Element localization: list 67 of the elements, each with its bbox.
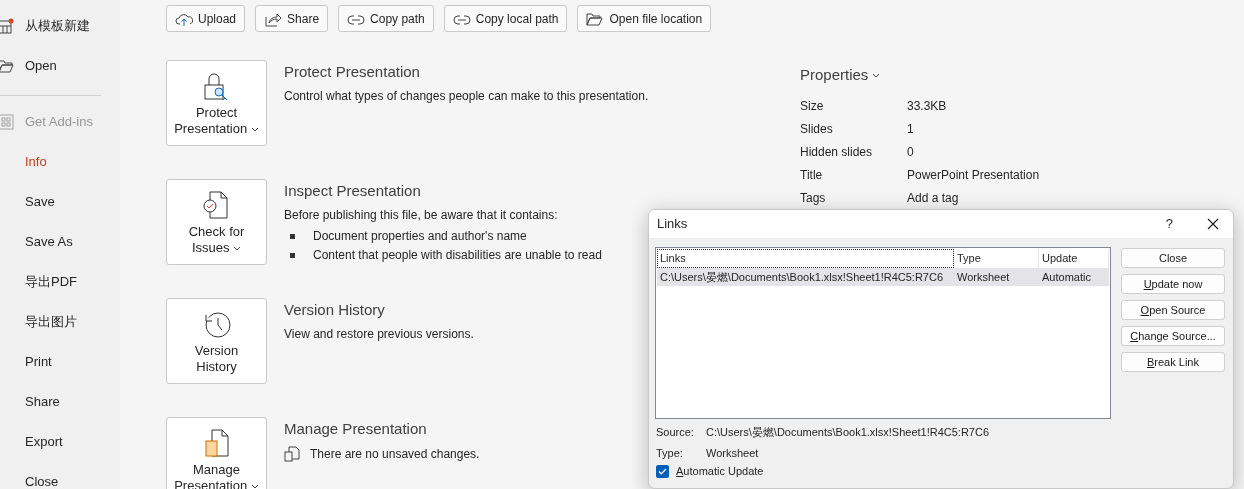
property-label: Hidden slides [800,144,874,161]
property-value: 1 [907,121,914,138]
sidebar-item[interactable]: 导出图片 [0,312,77,332]
tile-button[interactable]: Protect Presentation [166,60,267,146]
sidebar-item[interactable]: Save As [0,232,73,252]
section-title: Protect Presentation [284,62,421,82]
template-icon [0,18,14,34]
section-title: Inspect Presentation [284,181,422,201]
dialog-button[interactable]: Close [1121,248,1225,268]
field-label: Source: [656,425,695,441]
dialog-button[interactable]: Open Source [1121,300,1225,320]
section-description: View and restore previous versions. [284,325,474,343]
checkbox[interactable] [656,464,669,478]
close-button[interactable] [1207,218,1219,230]
field-value: C:\Users\晏燃\Documents\Book1.xlsx!Sheet1!R4C5:R7C6 [706,425,990,441]
grid-icon [0,114,14,130]
dialog-button[interactable]: Change Source... [1121,326,1225,346]
folder-icon [586,10,605,27]
chevron-down-icon [872,72,880,78]
bullet-icon [290,233,295,239]
sidebar-item[interactable]: Save [0,192,55,212]
tile-button[interactable]: Check for Issues [166,179,267,265]
toolbar-button[interactable]: Share [255,5,329,32]
checkbox-label[interactable]: Automatic Update [676,462,764,480]
table-row[interactable]: C:\Users\晏燃\Documents\Book1.xlsx!Sheet1!R4C5:R7C6 Worksheet Automatic [657,268,1109,286]
toolbar-button[interactable]: Copy local path [443,5,568,32]
property-label: Title [800,167,824,184]
bullet-icon [290,252,295,258]
property-value: PowerPoint Presentation [907,167,1040,184]
folder-icon [0,58,14,74]
property-label: Tags [800,190,827,207]
property-label: Size [800,98,825,115]
bullet-text: Content that people with disabilities are unable to read [313,247,602,264]
dialog-button[interactable]: Break Link [1121,352,1225,372]
properties-dropdown[interactable]: Properties [800,64,880,87]
property-label: Slides [800,121,834,138]
dialog-button[interactable]: Update now [1121,274,1225,294]
sidebar-item[interactable]: 从模板新建 [0,16,90,36]
property-value: 0 [907,144,914,161]
dialog-title: Links [657,215,689,234]
sidebar-item[interactable]: 导出PDF [0,272,77,292]
sidebar-item[interactable]: Export [0,432,63,452]
sidebar-item[interactable]: Print [0,352,52,372]
tile-button[interactable]: Version History [166,298,267,384]
help-button[interactable]: ? [1165,214,1173,234]
sidebar-item[interactable]: Open [0,56,57,76]
property-value: 33.3KB [907,98,947,115]
sidebar-item[interactable]: Share [0,392,60,412]
section-description: Control what types of changes people can make to this presentation. [284,87,649,105]
documents-icon [284,445,300,462]
toolbar-button[interactable]: Upload [166,5,246,32]
section-title: Manage Presentation [284,419,428,439]
close-icon [1207,218,1219,230]
status-text: There are no unsaved changes. [310,445,480,463]
field-value: Worksheet [706,445,759,461]
sidebar-item[interactable]: Close [0,472,59,489]
sidebar-item[interactable]: Info [0,152,47,172]
bullet-text: Document properties and author's name [313,228,527,245]
toolbar-button[interactable]: Copy path [338,5,434,32]
chevron-down-icon [250,127,259,133]
section-description: Before publishing this file, be aware that it contains: [284,206,559,224]
toolbar-button[interactable]: Open file location [577,5,712,32]
property-value: Add a tag [907,190,959,207]
section-title: Version History [284,300,386,320]
field-label: Type: [656,445,684,461]
chevron-down-icon [250,484,259,489]
chevron-down-icon [233,246,242,252]
